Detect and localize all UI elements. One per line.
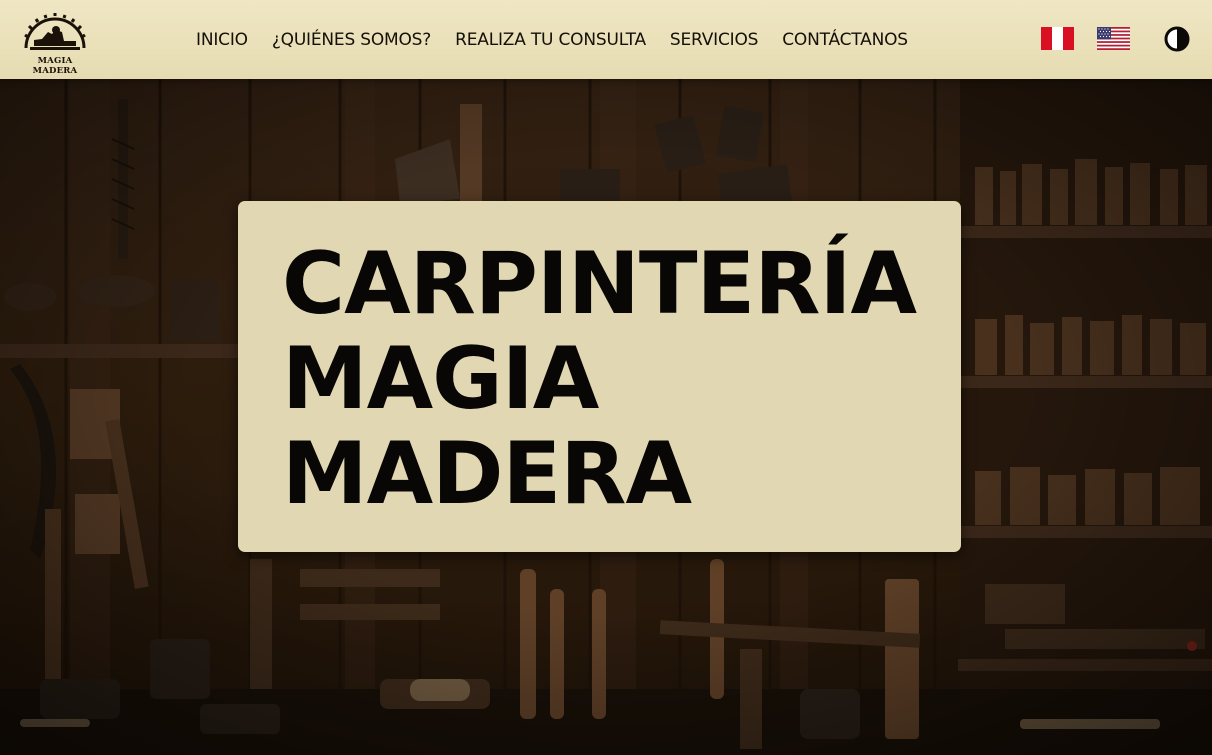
usa-flag-icon[interactable] [1097,27,1130,50]
main-nav: INICIO ¿QUIÉNES SOMOS? REALIZA TU CONSUL… [196,0,908,79]
hero-title-card: CARPINTERÍA MAGIA MADERA [238,201,961,552]
nav-inicio[interactable]: INICIO [196,30,248,50]
peru-flag-icon[interactable] [1041,27,1074,50]
hand-plane-saw-blade-icon [24,13,86,50]
nav-realiza-consulta[interactable]: REALIZA TU CONSULTA [455,30,646,50]
hero-title: CARPINTERÍA MAGIA MADERA [282,237,942,522]
brand-name: MAGIA MADERA [32,56,78,76]
hero-section: CARPINTERÍA MAGIA MADERA [0,79,1212,755]
half-circle-contrast-icon[interactable] [1164,26,1190,52]
nav-quienes-somos[interactable]: ¿QUIÉNES SOMOS? [272,30,431,50]
hero-title-line-3: MADERA [282,424,692,524]
hero-title-line-1: CARPINTERÍA [282,234,917,334]
site-header: MAGIA MADERA INICIO ¿QUIÉNES SOMOS? REAL… [0,0,1212,79]
nav-servicios[interactable]: SERVICIOS [670,30,759,50]
hero-title-line-2: MAGIA [282,329,599,429]
brand-logo[interactable]: MAGIA MADERA [16,10,94,76]
nav-contactanos[interactable]: CONTÁCTANOS [782,30,908,50]
